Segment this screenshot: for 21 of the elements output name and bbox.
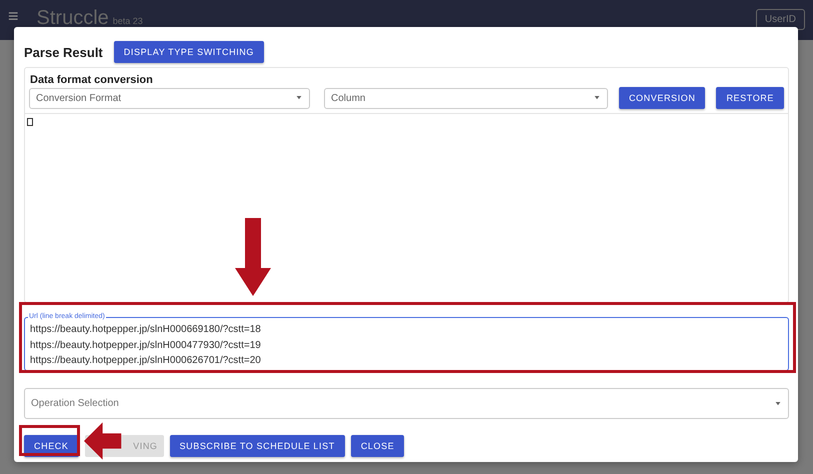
url-line: https://beauty.hotpepper.jp/slnH000626701/?cstt=20	[30, 354, 262, 368]
format-select[interactable]: Conversion Format	[29, 88, 310, 108]
column-select[interactable]: Column	[324, 88, 608, 108]
conversion-button[interactable]: RESTORE	[716, 87, 784, 109]
app-title: Struccle	[36, 6, 109, 30]
version-label: beta 23	[112, 16, 143, 26]
action-button[interactable]: CLOSE	[350, 435, 404, 457]
square-icon	[27, 118, 33, 126]
url-line: https://beauty.hotpepper.jp/slnH000669180/?cstt=18	[30, 323, 262, 337]
operation-select[interactable]: Operation Selection	[24, 388, 789, 419]
section-heading: Data format conversion	[29, 73, 154, 87]
dialog-title: Parse Result	[24, 44, 103, 60]
action-button[interactable]: SUBSCRIBE TO SCHEDULE LIST	[170, 435, 345, 457]
caret-icon	[295, 96, 303, 100]
url-line: https://beauty.hotpepper.jp/slnH000477930/?cstt=19	[30, 338, 262, 352]
highlight-frame	[19, 425, 80, 456]
menu-icon[interactable]: ≡	[8, 6, 19, 26]
display-switch-button[interactable]: DISPLAY TYPE SWITCHING	[114, 41, 264, 63]
caret-icon	[592, 96, 601, 100]
caret-icon	[774, 402, 782, 406]
conversion-button[interactable]: CONVERSION	[618, 87, 706, 109]
